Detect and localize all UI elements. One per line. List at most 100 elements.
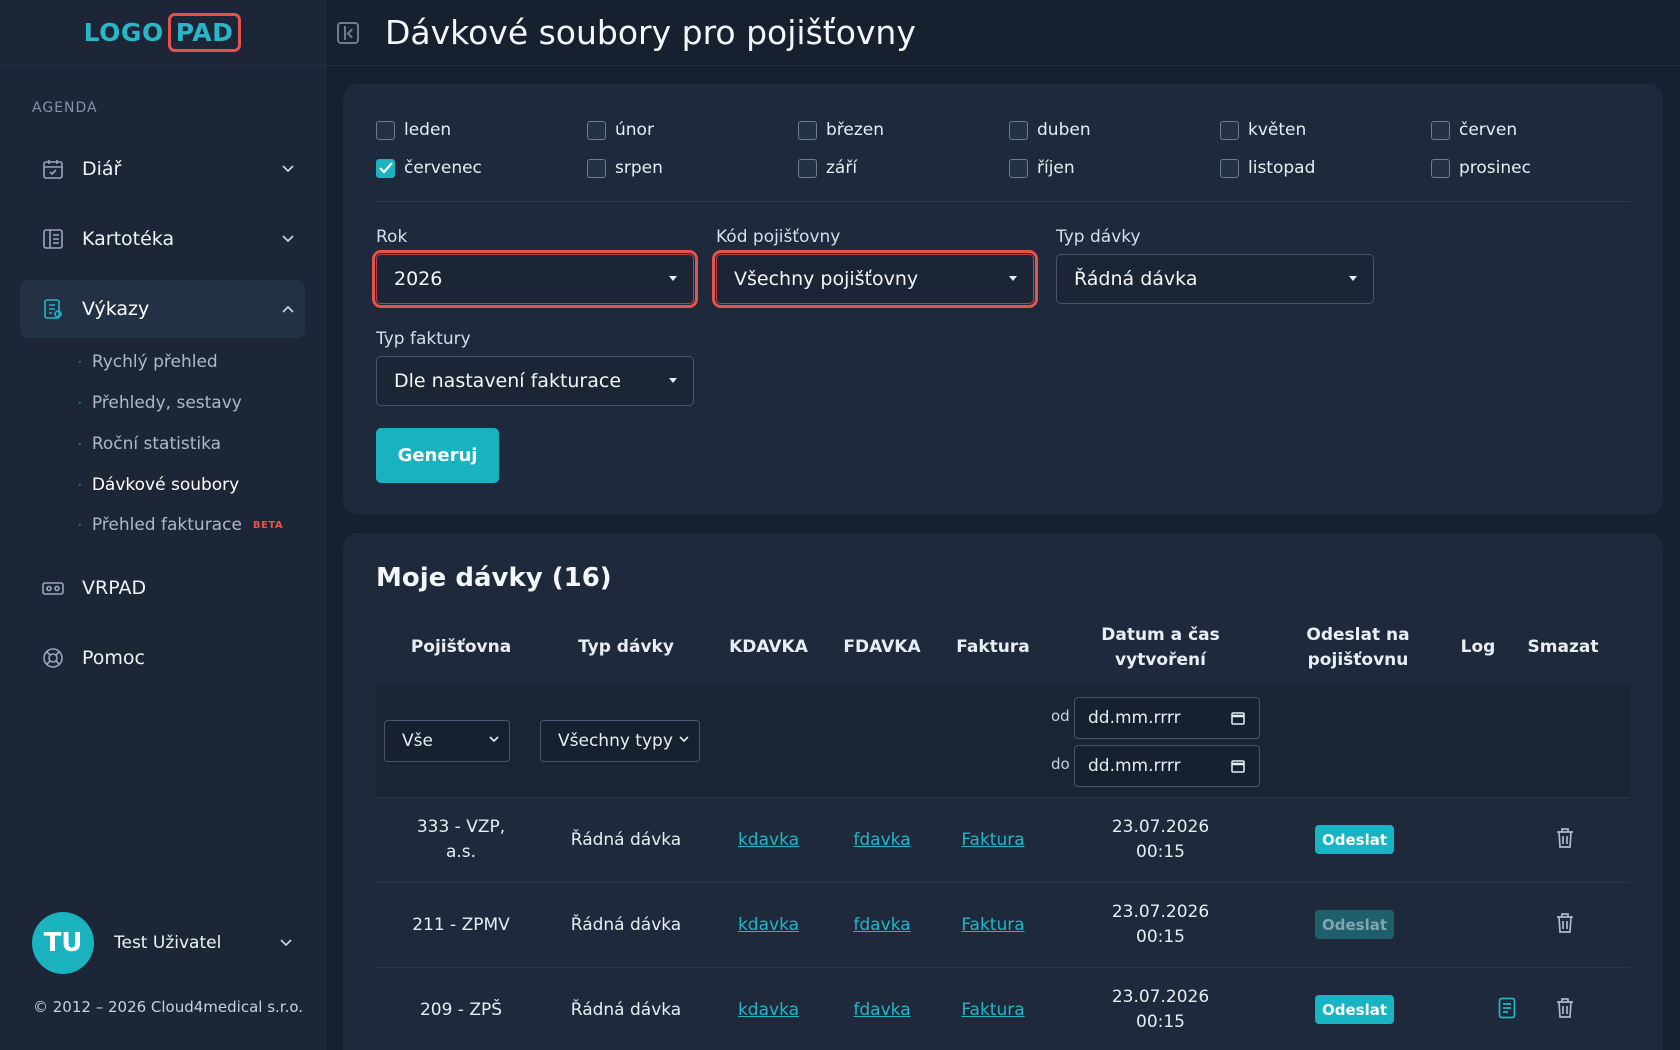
chevron-up-icon (271, 301, 305, 317)
col-header-invoice: Faktura (956, 637, 1030, 657)
fdavka-link[interactable]: fdavka (853, 1000, 910, 1020)
batches-title: Moje dávky (16) (376, 563, 612, 593)
cell-type: Řádná dávka (570, 830, 682, 850)
insurer-code-label: Kód pojišťovny (716, 227, 841, 247)
invoice-link[interactable]: Faktura (961, 915, 1024, 935)
sidebar-subitem-rocni-statistika[interactable]: · Roční statistika (78, 434, 221, 454)
calendar-icon[interactable] (1230, 758, 1246, 779)
logo-text-right: PAD (167, 13, 242, 52)
month-checkbox-duben[interactable]: duben (1009, 120, 1091, 140)
chevron-down-icon (280, 935, 292, 951)
cell-insurer: 209 - ZPŠ (419, 1000, 503, 1020)
month-checkbox-zari[interactable]: září (798, 158, 857, 178)
chevron-down-icon (271, 161, 305, 177)
table-filter-row: Vše Všechny typy od dd.mm.rrrr do dd.mm.… (376, 685, 1630, 797)
month-checkbox-unor[interactable]: únor (587, 120, 654, 140)
kdavka-link[interactable]: kdavka (738, 1000, 799, 1020)
trash-icon[interactable] (1555, 827, 1575, 853)
chevron-down-icon (271, 231, 305, 247)
date-to-input[interactable]: dd.mm.rrrr (1074, 745, 1260, 787)
user-menu[interactable]: TU Test Uživatel (32, 912, 292, 974)
col-header-created: Datum a čas vytvoření (1101, 625, 1220, 670)
sidebar-item-label: Diář (82, 158, 122, 180)
month-checkbox-listopad[interactable]: listopad (1220, 158, 1315, 178)
calendar-icon[interactable] (1230, 710, 1246, 731)
chevron-down-icon (679, 732, 689, 746)
invoice-link[interactable]: Faktura (961, 830, 1024, 850)
sidebar-item-vykazy[interactable]: Výkazy (20, 280, 305, 338)
batch-type-select[interactable]: Řádná dávka (1056, 254, 1374, 304)
fdavka-link[interactable]: fdavka (853, 830, 910, 850)
invoice-type-select[interactable]: Dle nastavení fakturace (376, 356, 694, 406)
sidebar-subitem-davkove-soubory[interactable]: · Dávkové soubory (78, 475, 239, 495)
sidebar-subitem-prehled-fakturace[interactable]: · Přehled fakturace BETA (78, 515, 283, 535)
sidebar-subitem-prehledy[interactable]: · Přehledy, sestavy (78, 393, 242, 413)
col-header-send: Odeslat na pojišťovnu (1306, 625, 1410, 670)
sidebar-item-label: Výkazy (82, 298, 150, 320)
month-checkbox-brezen[interactable]: březen (798, 120, 884, 140)
sidebar-item-vrpad[interactable]: VRPAD (20, 559, 305, 617)
month-checkbox-prosinec[interactable]: prosinec (1431, 158, 1531, 178)
sidebar: LOGO PAD AGENDA Diář Kartotéka Výkazy · R… (0, 0, 326, 1050)
filter-insurer-select[interactable]: Vše (384, 720, 510, 762)
log-document-icon[interactable] (1498, 997, 1516, 1023)
invoice-type-label: Typ faktury (376, 329, 471, 349)
cell-type: Řádná dávka (570, 1000, 682, 1020)
divider (376, 201, 1630, 202)
month-checkbox-cervenec[interactable]: červenec (376, 158, 482, 178)
sidebar-subitem-rychly-prehled[interactable]: · Rychlý přehled (78, 352, 218, 372)
table-row: 333 - VZP, a.s. Řádná dávka kdavka fdavka… (376, 797, 1630, 882)
month-checkbox-kveten[interactable]: květen (1220, 120, 1306, 140)
table-row: 211 - ZPMV Řádná dávka kdavka fdavka Fak… (376, 882, 1630, 967)
lifebuoy-icon (40, 645, 66, 671)
invoice-link[interactable]: Faktura (961, 1000, 1024, 1020)
sidebar-item-label: Kartotéka (82, 228, 175, 250)
fdavka-link[interactable]: fdavka (853, 915, 910, 935)
calendar-icon (40, 156, 66, 182)
trash-icon[interactable] (1555, 997, 1575, 1023)
avatar: TU (32, 912, 94, 974)
send-button[interactable]: Odeslat (1315, 825, 1394, 854)
trash-icon[interactable] (1555, 912, 1575, 938)
table-row: 209 - ZPŠ Řádná dávka kdavka fdavka Fakt… (376, 967, 1630, 1050)
col-header-kdavka: KDAVKA (729, 637, 808, 657)
month-checkbox-leden[interactable]: leden (376, 120, 451, 140)
col-header-insurer: Pojišťovna (410, 637, 512, 657)
agenda-section-label: AGENDA (32, 100, 98, 116)
kdavka-link[interactable]: kdavka (738, 830, 799, 850)
logo-text-left: LOGO (83, 18, 164, 47)
date-from-input[interactable]: dd.mm.rrrr (1074, 697, 1260, 739)
sidebar-item-label: VRPAD (82, 577, 147, 599)
filter-type-select[interactable]: Všechny typy (540, 720, 700, 762)
caret-down-icon (1349, 276, 1357, 281)
month-checkbox-rijen[interactable]: říjen (1009, 158, 1075, 178)
kdavka-link[interactable]: kdavka (738, 915, 799, 935)
cell-created: 23.07.2026 00:15 (1111, 902, 1210, 947)
month-checkbox-srpen[interactable]: srpen (587, 158, 663, 178)
sidebar-item-kartoteka[interactable]: Kartotéka (20, 210, 305, 268)
logo[interactable]: LOGO PAD (84, 13, 242, 52)
logo-area: LOGO PAD (0, 0, 325, 66)
sidebar-item-label: Pomoc (82, 647, 145, 669)
date-from-label: od (1051, 707, 1070, 725)
caret-down-icon (669, 276, 677, 281)
col-header-type: Typ dávky (578, 637, 674, 657)
year-select[interactable]: 2026 (372, 250, 698, 308)
insurer-code-select[interactable]: Všechny pojišťovny (712, 250, 1038, 308)
cell-created: 23.07.2026 00:15 (1111, 987, 1210, 1032)
send-button[interactable]: Odeslat (1315, 995, 1394, 1024)
sidebar-item-diar[interactable]: Diář (20, 140, 305, 198)
month-checkbox-cerven[interactable]: červen (1431, 120, 1517, 140)
caret-down-icon (669, 378, 677, 383)
sidebar-item-pomoc[interactable]: Pomoc (20, 629, 305, 687)
book-icon (40, 226, 66, 252)
cell-created: 23.07.2026 00:15 (1111, 817, 1210, 862)
collapse-sidebar-icon[interactable] (337, 21, 359, 44)
user-name: Test Uživatel (114, 933, 222, 953)
batches-card: Moje dávky (16) Pojišťovna Typ dávky KDA… (343, 533, 1663, 1050)
generate-button[interactable]: Generuj (376, 428, 499, 483)
col-header-fdavka: FDAVKA (843, 637, 921, 657)
beta-badge: BETA (252, 519, 284, 531)
page-title: Dávkové soubory pro pojišťovny (385, 13, 916, 52)
send-button[interactable]: Odeslat (1315, 910, 1394, 939)
